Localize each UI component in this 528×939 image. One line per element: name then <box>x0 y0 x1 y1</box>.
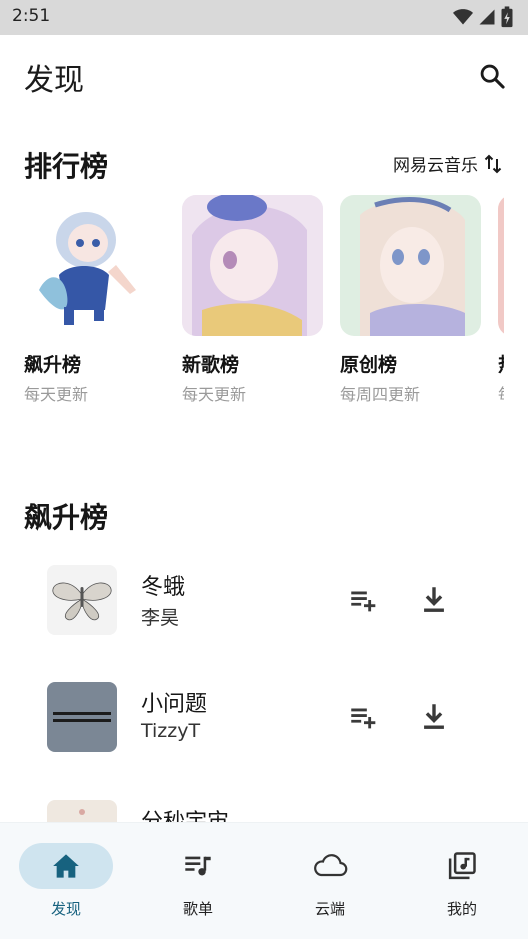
top-app-bar: 发现 <box>0 35 528 120</box>
chart-name: 热 <box>498 350 504 377</box>
song-cover <box>47 682 117 752</box>
nav-indicator <box>283 843 377 889</box>
status-time: 2:51 <box>12 6 51 26</box>
chart-cover <box>340 195 481 336</box>
nav-item-mine[interactable]: 我的 <box>402 843 522 933</box>
page-title: 发现 <box>24 63 84 98</box>
nav-item-label: 发现 <box>50 900 81 918</box>
playlist-add-icon[interactable] <box>347 583 381 617</box>
playlist-add-icon[interactable] <box>347 700 381 734</box>
battery-icon <box>501 6 513 28</box>
song-artist: 李昊 <box>141 607 180 629</box>
ranking-source-switch[interactable]: 网易云音乐 <box>393 151 502 176</box>
chart-card[interactable]: 热 每 <box>498 195 504 405</box>
nav-indicator <box>19 843 113 889</box>
nav-item-playlists[interactable]: 歌单 <box>138 843 258 933</box>
nav-item-cloud[interactable]: 云端 <box>270 843 390 933</box>
chart-subtitle: 每天更新 <box>24 385 89 404</box>
song-title: 冬蛾 <box>141 575 186 600</box>
chart-subtitle: 每周四更新 <box>340 385 421 404</box>
swap-vert-icon <box>484 154 502 173</box>
song-title: 小问题 <box>141 692 208 717</box>
cloud-icon <box>314 854 348 877</box>
chart-name: 原创榜 <box>340 354 398 376</box>
nav-item-label: 云端 <box>314 900 345 918</box>
bottom-navigation: 发现 歌单 云端 我的 <box>0 822 528 939</box>
download-icon[interactable] <box>417 700 451 734</box>
nav-indicator <box>151 843 245 889</box>
chart-cover <box>182 195 323 336</box>
chart-card[interactable]: 原创榜 每周四更新 <box>340 195 481 405</box>
ranking-heading: 排行榜 <box>24 150 109 183</box>
chart-subtitle: 每天更新 <box>182 385 247 404</box>
nav-item-label: 歌单 <box>182 900 213 918</box>
status-icons <box>452 6 514 28</box>
song-row[interactable]: 冬蛾 李昊 <box>0 565 528 655</box>
chart-card[interactable]: 新歌榜 每天更新 <box>182 195 323 405</box>
song-artist: TizzyT <box>141 720 201 742</box>
chart-name: 飙升榜 <box>24 354 82 376</box>
nav-item-discover[interactable]: 发现 <box>6 843 126 933</box>
home-icon <box>53 854 79 878</box>
nav-item-label: 我的 <box>446 900 477 918</box>
ranking-source-label: 网易云音乐 <box>393 156 478 176</box>
nav-indicator <box>415 843 509 889</box>
status-bar: 2:51 <box>0 0 528 35</box>
search-icon[interactable] <box>478 62 506 90</box>
wifi-icon <box>453 9 473 25</box>
queue-music-icon <box>185 856 211 876</box>
chart-name: 新歌榜 <box>182 354 240 376</box>
signal-icon <box>479 9 495 25</box>
chart-card[interactable]: 飙升榜 每天更新 <box>24 195 165 405</box>
songs-heading: 飙升榜 <box>24 501 109 534</box>
chart-cover <box>24 195 165 336</box>
song-cover <box>47 565 117 635</box>
chart-cover <box>498 195 504 336</box>
chart-subtitle: 每 <box>498 381 504 405</box>
library-music-icon <box>448 852 476 880</box>
song-row[interactable]: 小问题 TizzyT <box>0 682 528 772</box>
download-icon[interactable] <box>417 583 451 617</box>
chart-carousel[interactable]: 飙升榜 每天更新 新歌榜 每天更新 原创榜 每周四更新 <box>24 195 504 405</box>
